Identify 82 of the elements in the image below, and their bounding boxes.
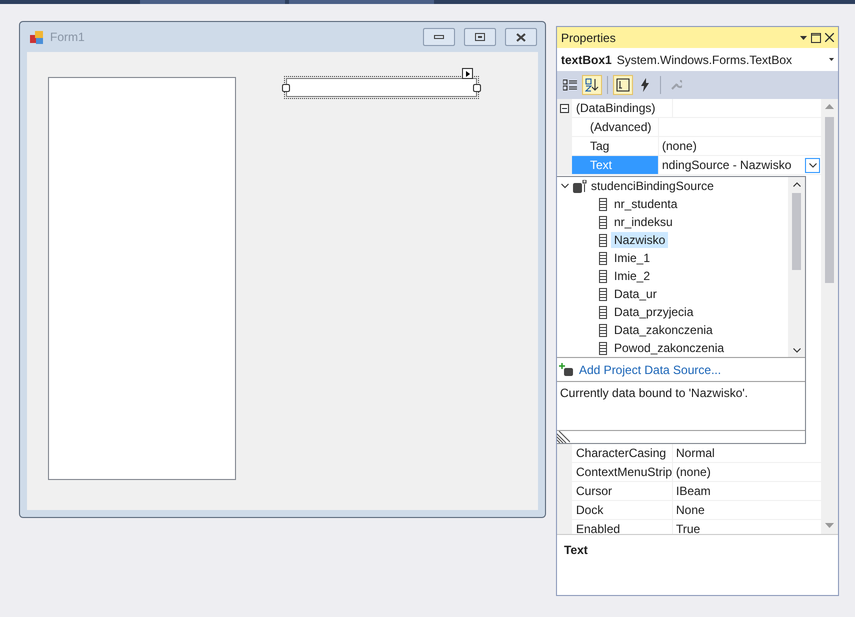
dropdown-icon [829,58,834,61]
object-type: System.Windows.Forms.TextBox [616,52,794,66]
scroll-up-icon [792,182,800,187]
tree-item[interactable]: studenciBindingSource [591,179,714,193]
tree-item[interactable]: Imie_1 [611,250,654,266]
close-button[interactable] [505,28,537,46]
close-icon[interactable] [825,33,834,42]
field-icon [599,342,607,354]
chevron-down-icon [808,162,816,168]
field-icon [599,198,607,210]
resize-handle[interactable] [473,84,481,92]
form-title: Form1 [50,30,86,44]
tree-item[interactable]: Data_ur [611,286,660,302]
property-value: (none) [676,465,711,479]
property-name[interactable]: (Advanced) [572,118,659,137]
triangle-icon [466,70,470,76]
row-gutter [557,520,572,534]
lightning-icon [640,78,650,92]
wrench-icon [670,79,682,91]
smart-tag-button[interactable] [462,68,473,79]
tree-item[interactable]: Imie_2 [611,268,654,284]
text-box[interactable] [286,78,477,97]
field-icon [599,252,607,264]
panel-title: Properties [561,30,617,44]
field-icon [599,234,607,246]
collapse-icon [560,104,569,113]
property-value: ndingSource - Nazwisko [662,158,792,172]
resize-handle[interactable] [282,84,290,92]
minimize-button[interactable] [423,28,455,46]
field-icon [599,216,607,228]
property-value: (none) [662,139,698,153]
scroll-down-icon [792,348,800,353]
toolbar-button[interactable] [582,75,602,95]
property-value: True [676,522,700,534]
scroll-up-icon [825,104,834,109]
tree-item[interactable]: Data_zakonczenia [611,322,716,338]
tree-item[interactable]: nr_indeksu [611,214,676,230]
maximize-icon[interactable] [811,32,821,42]
scrollbar[interactable] [821,99,838,534]
minimize-icon [434,35,444,39]
form-icon [30,30,44,44]
categorized-icon [563,79,577,91]
properties-icon [616,78,630,92]
tree-item[interactable]: Nazwisko [611,232,668,248]
resize-grip-icon[interactable] [557,431,570,443]
property-name[interactable]: Dock [572,501,673,520]
tree-item[interactable]: Powod_zakonczenia [611,340,728,356]
scrollbar-thumb[interactable] [792,193,801,270]
maximize-button[interactable] [464,28,496,46]
object-name: textBox1 [561,52,612,66]
expand-toggle[interactable] [557,99,572,118]
property-name[interactable]: CharacterCasing [572,444,673,463]
field-icon [599,306,607,318]
binding-status-text: Currently data bound to 'Nazwisko'. [557,382,805,431]
scrollbar[interactable] [788,177,805,357]
property-value: None [676,503,705,517]
property-name[interactable]: Tag [572,137,659,156]
restore-icon [475,33,485,41]
toolbar-button[interactable] [613,75,633,95]
scroll-down-icon [825,523,834,528]
close-icon [516,32,526,42]
chevron-down-icon[interactable] [561,182,569,190]
description-title: Text [564,543,588,557]
property-name[interactable]: ContextMenuStrip [572,463,673,482]
sort-icon [585,78,599,92]
field-icon [599,270,607,282]
add-database-icon [559,363,573,376]
dropdown-icon[interactable] [800,36,807,40]
property-value: IBeam [676,484,711,498]
dropdown-button[interactable] [805,158,820,172]
category-name: (DataBindings) [572,99,673,118]
tree-item[interactable]: Data_przyjecia [611,304,696,320]
database-icon [573,180,587,192]
field-icon [599,288,607,300]
property-name[interactable]: Cursor [572,482,673,501]
row-gutter [557,444,572,463]
property-value: Normal [676,446,715,460]
row-gutter [557,156,572,175]
scrollbar-thumb[interactable] [825,117,834,283]
add-data-source-link[interactable]: Add Project Data Source... [579,362,722,376]
tree-item[interactable]: nr_studenta [611,196,680,212]
field-icon [599,324,607,336]
